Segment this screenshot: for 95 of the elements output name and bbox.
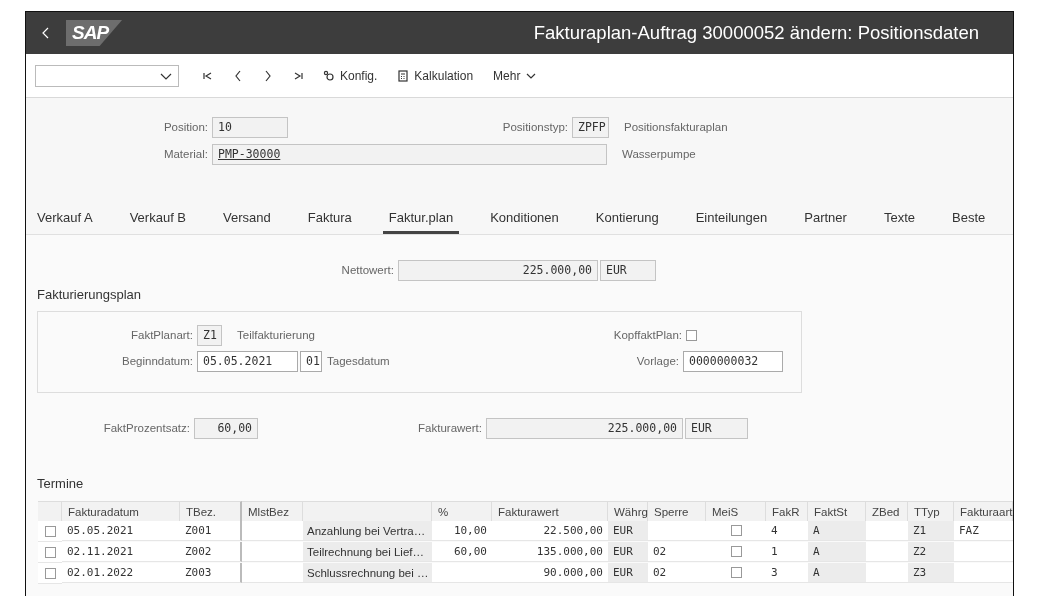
column-header[interactable]: Fakturadatum bbox=[62, 501, 180, 521]
table-cell: A bbox=[808, 563, 866, 583]
currency-field[interactable]: EUR bbox=[685, 417, 748, 439]
toolbar-button[interactable]: Konfig. bbox=[313, 62, 388, 89]
material-field[interactable]: PMP-30000 bbox=[212, 143, 607, 165]
table-cell: 22.500,00 bbox=[492, 521, 608, 541]
column-header[interactable]: ZBed bbox=[866, 501, 908, 521]
tab[interactable]: Partner bbox=[798, 197, 853, 234]
column-header[interactable]: Sperre bbox=[648, 501, 706, 521]
command-field[interactable] bbox=[35, 64, 179, 87]
table-cell: Z001 bbox=[180, 521, 242, 541]
table-cell: Z003 bbox=[180, 563, 242, 583]
table-cell: 02 bbox=[648, 542, 706, 562]
position-field[interactable]: 10 bbox=[212, 116, 288, 138]
item-type-description: Positionsfakturaplan bbox=[624, 121, 728, 133]
toolbar-button[interactable]: Mehr bbox=[483, 62, 548, 89]
table-cell: EUR bbox=[608, 563, 648, 583]
toolbar-button[interactable]: Kalkulation bbox=[387, 62, 484, 89]
table-cell: 02 bbox=[648, 563, 706, 583]
field-label: Beginndatum: bbox=[121, 355, 194, 367]
table-cell: 135.000,00 bbox=[492, 542, 608, 562]
row-checkbox[interactable] bbox=[44, 567, 56, 579]
net-value-field[interactable]: 225.000,00 bbox=[398, 259, 598, 281]
billing-value-field[interactable]: 225.000,00 bbox=[486, 417, 683, 439]
table-cell: 60,00 bbox=[432, 542, 492, 562]
column-header[interactable]: TBez. bbox=[180, 501, 242, 521]
tab[interactable]: Verkauf A bbox=[31, 197, 99, 234]
table-cell: Schlussrechnung bei … bbox=[303, 563, 432, 583]
item-type-field[interactable]: ZPFP bbox=[572, 116, 609, 138]
field-label: Fakturawert: bbox=[417, 422, 483, 434]
table-cell: EUR bbox=[608, 521, 648, 541]
column-header[interactable]: FaktSt bbox=[808, 501, 866, 521]
field-label: KopffaktPlan: bbox=[612, 329, 683, 341]
field-label: FaktProzentsatz: bbox=[102, 422, 191, 434]
tab[interactable]: Konditionen bbox=[484, 197, 565, 234]
sap-logo: SAP bbox=[66, 20, 123, 46]
column-header[interactable]: FakR bbox=[766, 501, 808, 521]
section-title: Fakturierungsplan bbox=[37, 286, 142, 302]
material-description: Wasserpumpe bbox=[622, 148, 696, 160]
table-cell: 02.01.2022 bbox=[62, 563, 180, 583]
table-cell: 10,00 bbox=[432, 521, 492, 541]
table-cell: 4 bbox=[766, 521, 808, 541]
gear-icon bbox=[323, 69, 335, 82]
column-header[interactable]: Währg bbox=[608, 501, 648, 521]
row-checkbox[interactable] bbox=[44, 525, 56, 537]
column-header[interactable]: % bbox=[432, 501, 492, 521]
window-title: Fakturaplan-Auftrag 30000052 ändern: Positionsdaten bbox=[533, 22, 979, 44]
table-cell: A bbox=[808, 521, 866, 541]
column-header[interactable]: Fakturaart bbox=[954, 501, 1013, 521]
table-cell: Teilrechnung bei Lief… bbox=[303, 542, 432, 562]
table-cell: 05.05.2021 bbox=[62, 521, 180, 541]
row-checkbox[interactable] bbox=[44, 546, 56, 558]
calculator-icon bbox=[397, 69, 410, 82]
field-label: Material: bbox=[162, 148, 209, 160]
tab[interactable]: Verkauf B bbox=[123, 197, 193, 234]
tab[interactable]: Faktura bbox=[301, 197, 358, 234]
checkbox[interactable] bbox=[730, 567, 742, 578]
table-cell: 1 bbox=[766, 542, 808, 562]
field-label: FaktPlanart: bbox=[130, 329, 194, 341]
table-cell: A bbox=[808, 542, 866, 562]
checkbox[interactable] bbox=[730, 546, 742, 557]
checkbox[interactable] bbox=[730, 525, 742, 536]
tab[interactable]: Kontierung bbox=[589, 197, 665, 234]
table-cell: EUR bbox=[608, 542, 648, 562]
field-label: Nettowert: bbox=[340, 264, 395, 276]
currency-field[interactable]: EUR bbox=[600, 259, 656, 281]
percentage-field[interactable]: 60,00 bbox=[194, 417, 258, 439]
template-field[interactable]: 0000000032 bbox=[683, 350, 783, 372]
table-cell: 02.11.2021 bbox=[62, 542, 180, 562]
date-rule-description: Tagesdatum bbox=[327, 355, 390, 367]
table-cell: FAZ bbox=[954, 521, 1013, 541]
table-cell: Anzahlung bei Vertra… bbox=[303, 521, 432, 541]
table-cell: Z1 bbox=[908, 521, 954, 541]
table-cell: Z2 bbox=[908, 542, 954, 562]
table-cell: 90.000,00 bbox=[492, 563, 608, 583]
checkbox[interactable] bbox=[686, 329, 697, 341]
column-header[interactable]: TTyp bbox=[908, 501, 954, 521]
tab[interactable]: Texte bbox=[877, 197, 921, 234]
section-title: Termine bbox=[37, 475, 84, 491]
column-header[interactable]: MlstBez bbox=[242, 501, 303, 521]
start-date-field[interactable]: 05.05.2021 bbox=[197, 350, 298, 372]
date-rule-field[interactable]: 01 bbox=[300, 350, 322, 372]
column-header[interactable]: Fakturawert bbox=[492, 501, 608, 521]
field-label: Vorlage: bbox=[635, 355, 680, 367]
field-label: Position: bbox=[162, 121, 209, 133]
table-cell: 3 bbox=[766, 563, 808, 583]
plan-type-field[interactable]: Z1 bbox=[197, 324, 222, 346]
tab[interactable]: Einteilungen bbox=[689, 197, 774, 234]
tab[interactable]: Versand bbox=[217, 197, 277, 234]
table-cell: Z002 bbox=[180, 542, 242, 562]
field-label: Positionstyp: bbox=[501, 121, 569, 133]
tab[interactable]: Beste bbox=[946, 197, 992, 234]
table-cell: Z3 bbox=[908, 563, 954, 583]
column-header[interactable]: MeiS bbox=[706, 501, 766, 521]
plan-type-description: Teilfakturierung bbox=[237, 329, 315, 341]
